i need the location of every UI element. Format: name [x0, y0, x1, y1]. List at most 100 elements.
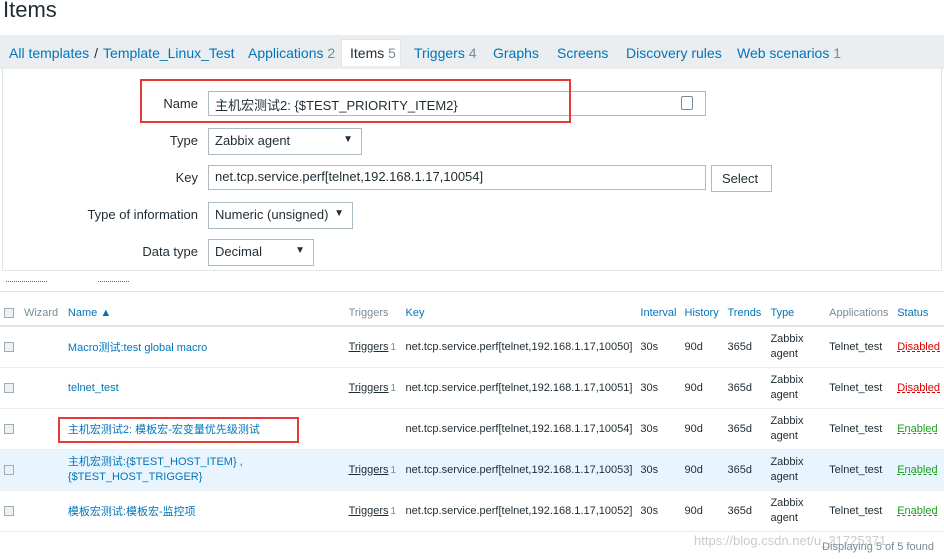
type-cell: Zabbix agent: [766, 449, 826, 491]
type-cell: Zabbix agent: [766, 490, 826, 532]
item-name-link[interactable]: telnet_test: [63, 367, 345, 409]
triggers-link[interactable]: Triggers: [349, 505, 389, 517]
history-cell: 90d: [680, 490, 724, 532]
tab-triggers[interactable]: Triggers 4: [414, 45, 477, 61]
header-status-sort[interactable]: Status: [893, 301, 944, 327]
interval-cell: 30s: [636, 449, 681, 491]
header-trends-sort[interactable]: Trends: [723, 301, 767, 327]
status-toggle[interactable]: Disabled: [897, 341, 940, 353]
history-cell: 90d: [680, 326, 724, 368]
history-cell: 90d: [680, 449, 724, 491]
status-toggle[interactable]: Enabled: [897, 423, 937, 435]
status-toggle[interactable]: Enabled: [897, 464, 937, 476]
pagination-summary: Displaying 5 of 5 found: [822, 541, 934, 553]
interval-cell: 30s: [636, 490, 681, 532]
select-all-checkbox[interactable]: [4, 308, 14, 319]
data-type-label: Data type: [142, 244, 198, 259]
key-input[interactable]: net.tcp.service.perf[telnet,192.168.1.17…: [208, 165, 706, 190]
applications-cell: Telnet_test: [825, 490, 894, 532]
trends-cell: 365d: [723, 367, 767, 409]
table-row: 模板宏测试:模板宏-监控项 Triggers 1 net.tcp.service.…: [0, 490, 944, 532]
triggers-link[interactable]: Triggers: [349, 464, 389, 476]
wizard-cell: [19, 490, 64, 532]
key-cell: net.tcp.service.perf[telnet,192.168.1.17…: [401, 408, 637, 450]
chevron-down-icon: ▼: [334, 208, 344, 219]
header-type-sort[interactable]: Type: [766, 301, 826, 327]
triggers-link[interactable]: Triggers: [349, 382, 389, 394]
table-row: Macro测试:test global macro Triggers 1 net.…: [0, 326, 944, 368]
interval-cell: 30s: [636, 367, 681, 409]
divider-dots: ·····················: [5, 276, 48, 286]
header-key-sort[interactable]: Key: [401, 301, 637, 327]
header-history-sort[interactable]: History: [680, 301, 724, 327]
trends-cell: 365d: [723, 490, 767, 532]
header-applications: Applications: [825, 301, 894, 327]
tab-graphs[interactable]: Graphs: [493, 45, 539, 61]
type-of-information-label: Type of information: [87, 207, 198, 222]
key-cell: net.tcp.service.perf[telnet,192.168.1.17…: [401, 367, 637, 409]
interval-cell: 30s: [636, 408, 681, 450]
all-templates-link[interactable]: All templates: [9, 45, 89, 61]
header-wizard: Wizard: [19, 301, 64, 327]
wizard-cell: [19, 367, 64, 409]
status-toggle[interactable]: Disabled: [897, 382, 940, 394]
wizard-cell: [19, 326, 64, 368]
triggers-cell: [344, 408, 402, 450]
template-link[interactable]: Template_Linux_Test: [103, 45, 235, 61]
type-of-information-select[interactable]: Numeric (unsigned) ▼: [208, 202, 353, 229]
triggers-cell: Triggers 1: [344, 490, 402, 532]
applications-cell: Telnet_test: [825, 367, 894, 409]
triggers-link[interactable]: Triggers: [349, 341, 389, 353]
tab-web-scenarios[interactable]: Web scenarios 1: [737, 45, 841, 61]
interval-cell: 30s: [636, 326, 681, 368]
history-cell: 90d: [680, 367, 724, 409]
row-checkbox[interactable]: [4, 423, 14, 434]
row-checkbox[interactable]: [4, 341, 14, 352]
tab-screens[interactable]: Screens: [557, 45, 608, 61]
table-row: 主机宏测试:{$TEST_HOST_ITEM} , {$TEST_HOST_TR…: [0, 449, 944, 491]
type-cell: Zabbix agent: [766, 326, 826, 368]
key-label: Key: [175, 170, 198, 185]
highlight-row-box: [58, 417, 299, 443]
trends-cell: 365d: [723, 326, 767, 368]
macro-picker-icon[interactable]: [681, 96, 693, 110]
key-cell: net.tcp.service.perf[telnet,192.168.1.17…: [401, 326, 637, 368]
data-type-select[interactable]: Decimal ▼: [208, 239, 314, 266]
divider-dots: ················: [97, 276, 130, 286]
header-interval-sort[interactable]: Interval: [636, 301, 681, 327]
tab-applications[interactable]: Applications 2: [248, 45, 335, 61]
type-cell: Zabbix agent: [766, 367, 826, 409]
type-select[interactable]: Zabbix agent ▼: [208, 128, 362, 155]
row-checkbox[interactable]: [4, 505, 14, 516]
type-cell: Zabbix agent: [766, 408, 826, 450]
highlight-name-box: [140, 79, 571, 123]
item-name-link[interactable]: 模板宏测试:模板宏-监控项: [63, 490, 345, 532]
item-name-link[interactable]: 主机宏测试:{$TEST_HOST_ITEM} , {$TEST_HOST_TR…: [63, 449, 345, 491]
type-label: Type: [169, 133, 198, 148]
row-checkbox[interactable]: [4, 382, 14, 393]
key-cell: net.tcp.service.perf[telnet,192.168.1.17…: [401, 490, 637, 532]
trends-cell: 365d: [723, 449, 767, 491]
key-cell: net.tcp.service.perf[telnet,192.168.1.17…: [401, 449, 637, 491]
triggers-cell: Triggers 1: [344, 449, 402, 491]
wizard-cell: [19, 449, 64, 491]
item-name-link[interactable]: Macro测试:test global macro: [63, 326, 345, 368]
breadcrumb-separator: /: [94, 45, 99, 61]
applications-cell: Telnet_test: [825, 326, 894, 368]
page-title: Items: [3, 0, 57, 22]
header-triggers: Triggers: [344, 301, 402, 327]
table-row: telnet_test Triggers 1 net.tcp.service.pe…: [0, 367, 944, 409]
chevron-down-icon: ▼: [343, 134, 353, 145]
tab-discovery-rules[interactable]: Discovery rules: [626, 45, 722, 61]
status-toggle[interactable]: Enabled: [897, 505, 937, 517]
header-name-sort[interactable]: Name ▲: [63, 301, 345, 327]
chevron-down-icon: ▼: [295, 245, 305, 256]
triggers-cell: Triggers 1: [344, 367, 402, 409]
select-button[interactable]: Select: [711, 165, 772, 192]
table-header-row: Wizard Name ▲ Triggers Key Interval Hist…: [0, 301, 944, 327]
tab-items[interactable]: Items 5: [350, 45, 396, 61]
history-cell: 90d: [680, 408, 724, 450]
applications-cell: Telnet_test: [825, 408, 894, 450]
trends-cell: 365d: [723, 408, 767, 450]
row-checkbox[interactable]: [4, 464, 14, 475]
